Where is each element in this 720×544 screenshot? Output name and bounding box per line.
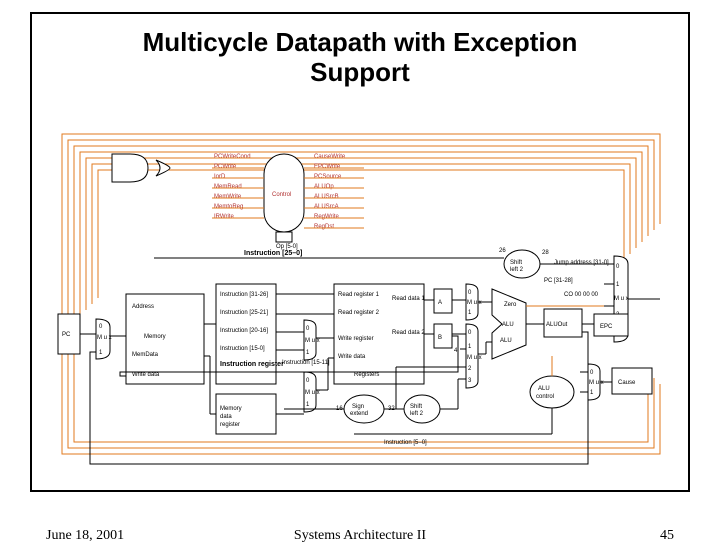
svg-text:register: register	[220, 422, 240, 428]
const-4: 4	[454, 348, 458, 354]
sig-alusrca: ALUSrcA	[314, 204, 339, 210]
svg-text:control: control	[536, 394, 554, 400]
svg-text:M u x: M u x	[305, 338, 320, 344]
sig-epcwrite: EPCWrite	[314, 164, 341, 170]
footer-center: Systems Architecture II	[0, 528, 720, 544]
ir-f4: Instruction [15-0]	[220, 346, 265, 352]
signext-label: Sign	[352, 404, 364, 410]
svg-text:data: data	[220, 414, 232, 420]
cause-label: Cause	[618, 380, 636, 386]
sig-pcsource: PCSource	[314, 174, 342, 180]
shiftl2-bottom: Shift	[410, 404, 422, 410]
sig-aluop: ALUOp	[314, 184, 334, 190]
aluctrl-label: ALU	[538, 386, 550, 392]
sig-causewrite: CauseWrite	[314, 154, 346, 160]
sig-regwrite: RegWrite	[314, 214, 340, 220]
shiftl2-top: Shift	[510, 260, 522, 266]
svg-text:M u x: M u x	[467, 355, 482, 361]
b-reg: B	[438, 335, 442, 341]
zero-label: Zero	[504, 302, 517, 308]
a-reg: A	[438, 300, 442, 306]
bus-28: 28	[542, 250, 549, 256]
sig-regdst: RegDst	[314, 224, 334, 230]
pc-label: PC	[62, 332, 71, 338]
control-label: Control	[272, 192, 291, 198]
sig-pcwritecond: PCWriteCond	[214, 154, 251, 160]
svg-text:M u x: M u x	[467, 300, 482, 306]
sig-alusrcb: ALUSrcB	[314, 194, 339, 200]
svg-text:left 2: left 2	[410, 411, 424, 417]
ir-f3: Instruction [20-16]	[220, 328, 268, 334]
svg-text:M u x: M u x	[305, 390, 320, 396]
ir-f2: Instruction [25-21]	[220, 310, 268, 316]
slide-title: Multicycle Datapath with Exception Suppo…	[32, 28, 688, 88]
readdata1: Read data 1	[392, 296, 425, 302]
readreg2: Read register 2	[338, 310, 380, 316]
readdata2: Read data 2	[392, 330, 425, 336]
footer-page: 45	[660, 528, 674, 544]
address-label: Address	[132, 304, 154, 310]
instr-25-0: Instruction [25–0]	[244, 250, 302, 257]
title-line-2: Support	[310, 57, 410, 87]
instr-5-0: Instruction [5–0]	[384, 440, 427, 446]
epc-label: EPC	[600, 324, 613, 330]
title-line-1: Multicycle Datapath with Exception	[143, 27, 578, 57]
svg-text:M u x: M u x	[589, 380, 604, 386]
sig-iord: IorD	[214, 174, 226, 180]
svg-text:M u x: M u x	[614, 296, 629, 302]
registers-label: Registers	[354, 372, 379, 378]
readreg1: Read register 1	[338, 292, 380, 298]
sig-irwrite: IRWrite	[214, 214, 234, 220]
writedata-label: Write data	[132, 372, 160, 378]
writedata2: Write data	[338, 354, 366, 360]
pc-31-28: PC [31-28]	[544, 278, 573, 284]
svg-text:extend: extend	[350, 411, 368, 417]
ir-label: Instruction register	[220, 361, 284, 368]
svg-text:M u x: M u x	[97, 335, 112, 341]
memory-label: Memory	[144, 334, 166, 340]
sig-memwrite: MemWrite	[214, 194, 242, 200]
co-const: CO 00 00 00	[564, 292, 599, 298]
alures-label: ALU	[500, 338, 512, 344]
datapath-diagram: Control Op [5-0] PCWriteCond PCWrite Ior…	[44, 124, 678, 474]
memdata-label: MemData	[132, 352, 159, 358]
alu-label: ALU	[502, 322, 514, 328]
aluout-label: ALUOut	[546, 322, 568, 328]
svg-text:left 2: left 2	[510, 267, 524, 273]
sig-memread: MemRead	[214, 184, 242, 190]
sig-pcwrite: PCWrite	[214, 164, 237, 170]
ir-f1: Instruction [31-26]	[220, 292, 268, 298]
writereg: Write register	[338, 336, 374, 342]
bus-26: 26	[499, 248, 506, 254]
mdr-label: Memory	[220, 406, 242, 412]
jump-addr: Jump address [31-0]	[554, 260, 609, 266]
ir-f5: Instruction [15-11]	[282, 360, 330, 366]
sig-memtoreg: MemtoReg	[214, 204, 243, 210]
